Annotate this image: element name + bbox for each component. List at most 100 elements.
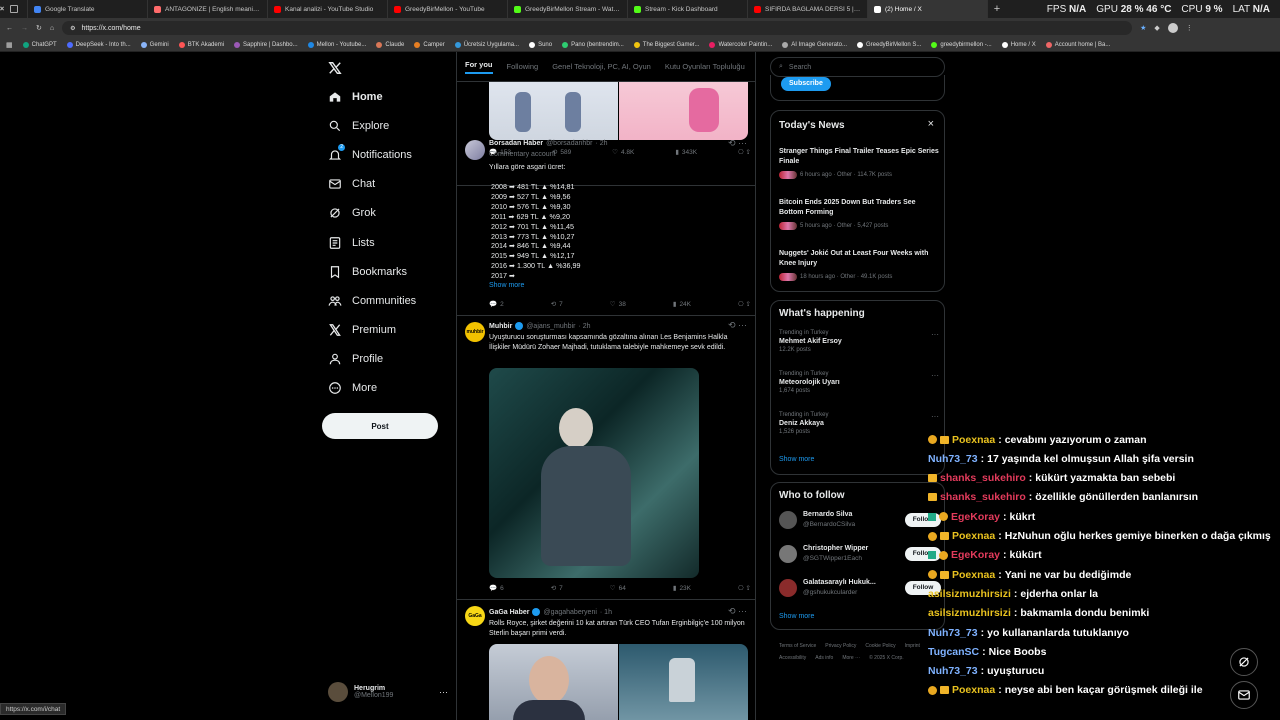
browser-menu-icon[interactable]: ⋮ [1186,24,1193,32]
url-input[interactable]: ⚙ https://x.com/home [62,21,1133,35]
news-item[interactable]: Stranger Things Final Trailer Teases Epi… [779,147,939,179]
bookmark-item[interactable]: BTK Akademi [178,41,224,48]
tweet-image[interactable] [489,368,699,578]
bookmark-item[interactable]: Gemini [140,41,169,48]
avatar[interactable] [465,140,485,160]
avatar[interactable] [779,579,797,597]
footer-link[interactable]: Privacy Policy [825,640,856,652]
bookmark-item[interactable]: AI Image Generato... [782,41,847,48]
bookmark-item[interactable]: Account home | Ba... [1045,41,1110,48]
browser-tab[interactable]: Stream - Kick Dashboard × [0,0,748,18]
footer-link[interactable]: More ··· [842,652,860,664]
bookmark-button[interactable]: ⎔ ⇪ [738,584,751,592]
repost-button[interactable]: ⟲ 7 [551,300,563,309]
feed-tab[interactable]: Genel Teknoloji, PC, AI, Oyun [552,62,651,71]
tweet-image-right[interactable] [619,644,748,720]
footer-link[interactable]: Ads info [815,652,833,664]
tweet-time[interactable]: · 1h [600,609,612,616]
footer-link[interactable]: © 2025 X Corp. [869,652,904,664]
views-button[interactable]: ▮ 23K [673,584,691,593]
feed-tab[interactable]: Following [507,62,539,71]
bookmark-item[interactable]: Ücretsiz Uygulama... [454,41,519,48]
follow-suggestion[interactable]: Galatasaraylı Hukuk... @gshukukcularder Fo… [779,577,941,601]
browser-tab[interactable]: GreedyBirMellon Stream - Watch ... × [0,0,628,18]
bookmark-item[interactable]: GreedyBirMellon S... [857,41,921,48]
grok-fab[interactable] [1230,648,1258,676]
bookmark-item[interactable]: Suno [529,41,552,48]
tweet-image-right[interactable] [619,82,748,140]
nav-item-explore[interactable]: Explore [328,119,389,133]
tweet-muhbir[interactable]: muhbir Muhbir @ajans_muhbir · 2h ⟲ ··· U… [457,316,755,600]
browser-tab[interactable]: Google Translate × [0,0,148,18]
forward-icon[interactable]: → [21,25,28,32]
tweet-time[interactable]: · 2h [596,140,608,147]
profile-avatar[interactable] [1167,23,1178,33]
bookmark-button[interactable]: ⎔ ⇪ [738,300,751,308]
tweet-more-icon[interactable]: ⟲ ··· [728,606,747,617]
bookmark-item[interactable]: Mellon - Youtube... [307,41,366,48]
bookmark-item[interactable]: Home / X [1001,41,1036,48]
footer-link[interactable]: Accessibility [779,652,806,664]
author-handle[interactable]: @borsadanhbr [546,140,592,147]
like-button[interactable]: ♡ 38 [610,300,626,309]
site-info-icon[interactable]: ⚙ [70,25,75,32]
nav-item-profile[interactable]: Profile [328,352,383,366]
feed-tab[interactable]: Kutu Oyunları Topluluğu [665,62,745,71]
reload-icon[interactable]: ↻ [36,24,42,32]
news-item[interactable]: Bitcoin Ends 2025 Down But Traders See B… [779,198,939,230]
trend-more-icon[interactable]: ··· [931,412,939,421]
bookmark-item[interactable]: Pano (bentrendim... [562,41,624,48]
author-handle[interactable]: @ajans_muhbir [526,323,575,330]
tweet-more-icon[interactable]: ⟲ ··· [728,138,747,149]
back-icon[interactable]: ← [6,25,13,32]
extensions-icon[interactable]: ◆ [1154,24,1159,32]
close-icon[interactable]: × [928,118,934,130]
trend-more-icon[interactable]: ··· [931,371,939,380]
nav-item-more[interactable]: More [328,381,377,395]
nav-item-premium[interactable]: Premium [328,323,396,337]
tweet-time[interactable]: · 2h [578,323,590,330]
nav-item-grok[interactable]: Grok [328,206,376,220]
show-more-link[interactable]: Show more [489,282,524,289]
avatar[interactable]: muhbir [465,322,485,342]
browser-tab[interactable]: Kanal analizi - YouTube Studio × [0,0,388,18]
news-item[interactable]: Nuggets' Jokić Out at Least Four Weeks w… [779,249,939,281]
nav-item-notifications[interactable]: 2 Notifications [328,144,412,162]
bookmark-item[interactable]: Sapphire | Dashbo... [234,41,298,48]
tweet-gaga[interactable]: GaGa GaGa Haber @gagahaberyeni · 1h ⟲ ··… [457,600,755,720]
nav-item-home[interactable]: Home [328,90,383,104]
account-switcher[interactable]: Herugrim @Mellon199 ··· [328,680,448,704]
suggestion-name[interactable]: Galatasaraylı Hukuk... [803,579,876,586]
nav-item-lists[interactable]: Lists [328,236,375,250]
x-logo-icon[interactable] [328,61,342,75]
follow-suggestion[interactable]: Bernardo Silva @BernardoCSilva Follow [779,509,941,533]
browser-tab[interactable]: GreedyBirMellon - YouTube × [0,0,508,18]
bookmark-item[interactable]: greedybirmellon -... [931,41,992,48]
subscribe-button[interactable]: Subscribe [781,77,831,91]
avatar[interactable]: GaGa [465,606,485,626]
tweet-more-icon[interactable]: ⟲ ··· [728,320,747,331]
suggestion-name[interactable]: Bernardo Silva [803,511,852,518]
home-button-icon[interactable]: ⌂ [50,25,54,32]
bookmark-item[interactable]: DeepSeek - Into th... [66,41,131,48]
new-tab-button[interactable]: + [988,0,1006,18]
search-input[interactable]: ⌕ Search [770,57,945,77]
bookmark-star-icon[interactable]: ★ [1140,24,1146,32]
bookmark-item[interactable]: Claude [376,41,404,48]
trend-item[interactable]: Trending in Turkey Meteorolojik Uyarı 1,67… [779,371,939,394]
trends-show-more[interactable]: Show more [779,456,814,463]
author-name[interactable]: Borsadan Haber [489,140,543,147]
footer-link[interactable]: Imprint [905,640,920,652]
browser-tab[interactable]: SIFIRDA BAĞLAMA DERSİ 5 | Nota...× [0,0,868,18]
account-more-icon[interactable]: ··· [439,687,448,697]
reply-button[interactable]: 💬 6 [489,584,504,593]
feed-tab[interactable]: For you [465,60,493,74]
trend-more-icon[interactable]: ··· [931,330,939,339]
bookmark-item[interactable]: Watercolor Paintin... [709,41,772,48]
repost-button[interactable]: ⟲ 7 [551,584,563,593]
follow-suggestion[interactable]: Christopher Wipper @SGTWipper1Each Follow [779,543,941,567]
views-button[interactable]: ▮ 24K [673,300,691,309]
browser-tab[interactable]: (2) Home / X × [0,0,988,18]
like-button[interactable]: ♡ 64 [610,584,626,593]
reply-button[interactable]: 💬 2 [489,300,504,309]
